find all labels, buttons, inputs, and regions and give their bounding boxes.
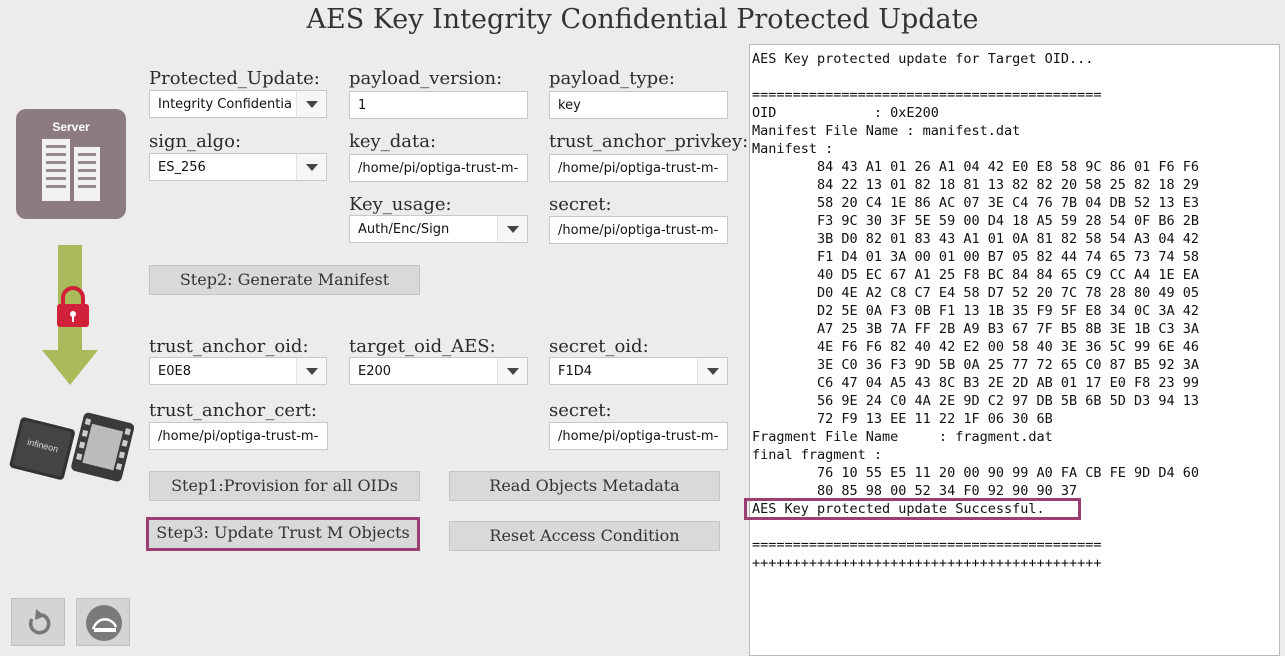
chevron-down-icon[interactable] (697, 358, 727, 384)
target-oid-aes-label: target_oid_AES: (349, 336, 496, 357)
chevron-down-icon[interactable] (296, 91, 326, 117)
key-usage-value: Auth/Enc/Sign (358, 222, 450, 237)
console-text: AES Key protected update for Target OID.… (752, 51, 1200, 571)
chip-icon: infineon (9, 412, 134, 482)
generate-manifest-button[interactable]: Step2: Generate Manifest (149, 265, 420, 295)
lock-icon (57, 286, 89, 327)
key-usage-select[interactable]: Auth/Enc/Sign (349, 215, 528, 243)
sign-algo-label: sign_algo: (149, 131, 242, 152)
secret-path-input[interactable]: /home/pi/optiga-trust-m- (549, 216, 728, 244)
trust-anchor-privkey-label: trust_anchor_privkey: (549, 131, 749, 152)
payload-version-label: payload_version: (349, 68, 503, 89)
secret-oid-select[interactable]: F1D4 (549, 357, 728, 385)
key-usage-label: Key_usage: (349, 194, 452, 215)
chevron-down-icon[interactable] (497, 358, 527, 384)
key-data-label: key_data: (349, 131, 437, 152)
trust-anchor-cert-label: trust_anchor_cert: (149, 400, 317, 421)
reset-icon (28, 609, 51, 635)
read-objects-metadata-button[interactable]: Read Objects Metadata (449, 471, 720, 501)
target-oid-aes-select[interactable]: E200 (349, 357, 528, 385)
server-rack-graphic (42, 139, 100, 201)
protected-update-value: Integrity Confidentia (158, 97, 292, 112)
success-highlight (744, 498, 1081, 520)
trust-anchor-cert-input[interactable]: /home/pi/optiga-trust-m- (149, 422, 328, 450)
chevron-down-icon[interactable] (296, 154, 326, 180)
sign-algo-select[interactable]: ES_256 (149, 153, 327, 181)
trust-anchor-oid-select[interactable]: E0E8 (149, 357, 327, 385)
payload-type-label: payload_type: (549, 68, 675, 89)
exit-button[interactable] (76, 598, 130, 646)
trust-anchor-oid-value: E0E8 (158, 364, 191, 379)
server-icon: Server (16, 109, 126, 219)
page-title: AES Key Integrity Confidential Protected… (306, 4, 979, 35)
provision-all-oids-button[interactable]: Step1:Provision for all OIDs (149, 471, 420, 501)
trust-anchor-privkey-input[interactable]: /home/pi/optiga-trust-m- (549, 154, 728, 182)
trust-anchor-oid-label: trust_anchor_oid: (149, 336, 309, 357)
payload-type-input[interactable]: key (549, 91, 728, 119)
protected-update-label: Protected_Update: (149, 68, 320, 89)
secret-oid-label: secret_oid: (549, 336, 649, 357)
secret-oid-value: F1D4 (558, 364, 593, 379)
target-oid-aes-value: E200 (358, 364, 392, 379)
chevron-down-icon[interactable] (296, 358, 326, 384)
reset-access-condition-button[interactable]: Reset Access Condition (449, 521, 720, 551)
sign-algo-value: ES_256 (158, 160, 206, 175)
exit-icon (86, 605, 122, 641)
payload-version-input[interactable]: 1 (349, 91, 528, 119)
key-data-input[interactable]: /home/pi/optiga-trust-m- (349, 154, 528, 182)
reset-button[interactable] (11, 598, 65, 646)
console-output[interactable]: AES Key protected update for Target OID.… (749, 44, 1280, 656)
secret-path-input-2[interactable]: /home/pi/optiga-trust-m- (549, 422, 728, 450)
secret-label-2: secret: (549, 400, 612, 421)
secret-label: secret: (549, 194, 612, 215)
protected-update-select[interactable]: Integrity Confidentia (149, 90, 327, 118)
chevron-down-icon[interactable] (497, 216, 527, 242)
update-trust-m-objects-button[interactable]: Step3: Update Trust M Objects (146, 517, 420, 551)
